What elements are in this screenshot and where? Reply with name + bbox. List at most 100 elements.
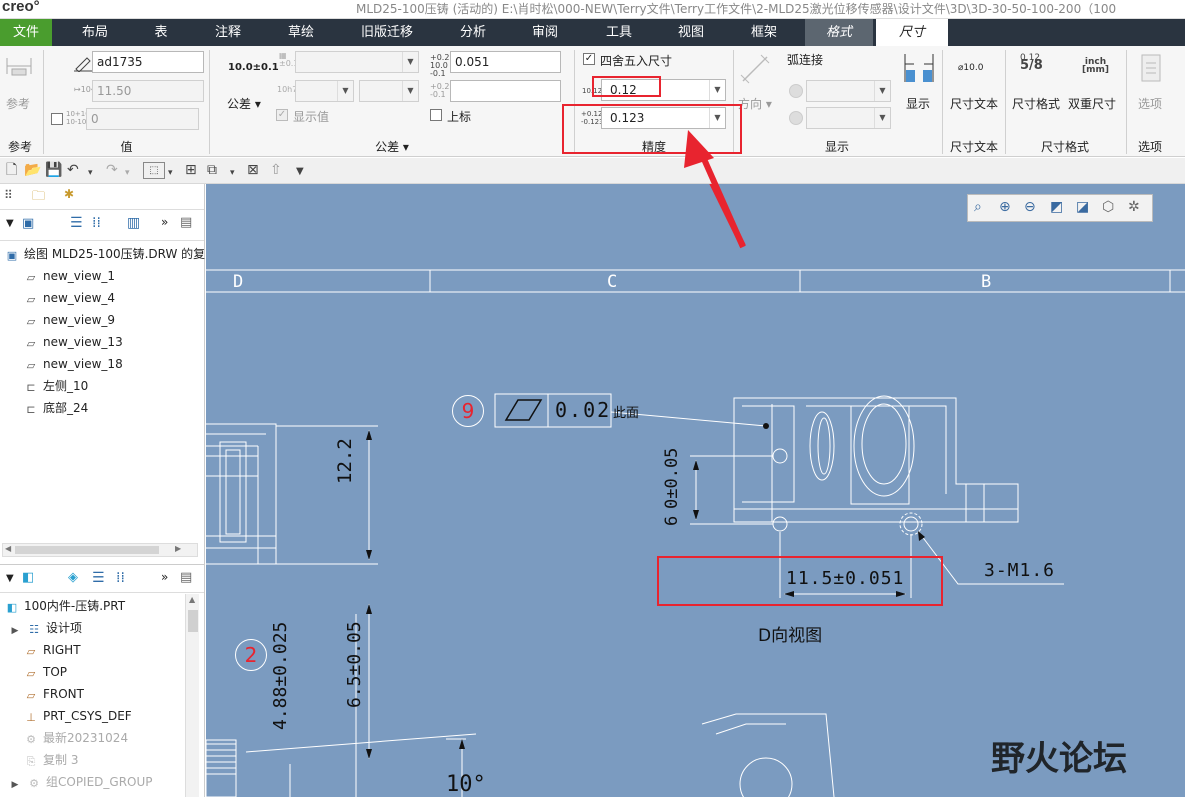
tree-item-feature[interactable]: ▶ ☷ 设计项 <box>8 617 82 639</box>
reference-button[interactable]: 参考 <box>6 95 30 112</box>
part-tree-collapse-icon[interactable]: ▼ <box>6 573 14 584</box>
tree-item-view[interactable]: ▱ new_view_9 <box>24 309 115 331</box>
fit-select-1[interactable]: ▼ <box>295 80 354 102</box>
tree-settings-icon[interactable]: ⁞⁞ <box>92 215 101 231</box>
dim-text-button[interactable]: 尺寸文本 <box>950 95 998 112</box>
view-label[interactable]: D向视图 <box>758 621 822 646</box>
tab-view[interactable]: 视图 <box>660 19 722 46</box>
balloon-2[interactable]: 2 <box>235 639 267 671</box>
drawing-root[interactable]: ▣ 绘图 MLD25-100压铸.DRW 的复 <box>5 243 205 265</box>
model-tree-tab-icon[interactable]: ⠿ <box>4 188 13 202</box>
dim-format-button[interactable]: 尺寸格式 <box>1012 95 1060 112</box>
tab-file[interactable]: 文件 <box>0 19 52 46</box>
redo-dropdown-icon[interactable]: ▾ <box>125 165 130 181</box>
close-window-icon[interactable]: ⊠ <box>247 162 259 178</box>
undo-dropdown-icon[interactable]: ▾ <box>88 165 93 181</box>
part-tree-view-icon[interactable]: ◈ <box>68 570 78 585</box>
part-tree-more-icon[interactable]: » <box>161 570 168 584</box>
thread-note[interactable]: 3-M1.6 <box>984 560 1055 581</box>
tree-item-csys[interactable]: ⊥ PRT_CSYS_DEF <box>24 705 132 727</box>
customize-qat-icon[interactable]: ▼ <box>296 164 304 180</box>
tab-format[interactable]: 格式 <box>805 19 873 46</box>
arc-radio-2[interactable] <box>789 111 803 125</box>
dim-6[interactable]: 6 <box>662 516 682 526</box>
reference-icon[interactable] <box>4 54 34 78</box>
part-tree-settings-icon[interactable]: ⁞⁞ <box>116 570 125 586</box>
tree-item-feature[interactable]: ⎘ 复制 3 <box>24 749 79 771</box>
fit-select-2[interactable]: ▼ <box>359 80 419 102</box>
tab-dimension[interactable]: 尺寸 <box>876 19 948 46</box>
dim-4-88[interactable]: 4.88±0.025 <box>270 622 291 730</box>
tree-item-view[interactable]: ⊏ 底部_24 <box>24 397 88 419</box>
tree-item-view[interactable]: ⊏ 左侧_10 <box>24 375 88 397</box>
override-checkbox[interactable] <box>51 113 63 125</box>
options-icon[interactable] <box>1138 53 1164 85</box>
windows-icon[interactable]: ⧉ <box>207 162 217 178</box>
tree-item-view[interactable]: ▱ new_view_18 <box>24 353 123 375</box>
tree-filter-icon[interactable]: ☰ <box>70 215 83 231</box>
part-tree-v-scrollbar[interactable]: ▲ <box>185 594 199 797</box>
upper-tolerance-input[interactable]: 0.051 <box>450 51 561 73</box>
arc-select-1[interactable]: ▼ <box>806 80 891 102</box>
part-tree-menu-icon[interactable]: ▤ <box>180 570 192 585</box>
group-tolerance[interactable]: 公差 ▾ <box>210 138 574 155</box>
tree-columns-icon[interactable]: ▥ <box>127 215 140 231</box>
tab-tools[interactable]: 工具 <box>588 19 650 46</box>
tree-h-scrollbar[interactable]: ◀ ▶ <box>2 543 198 557</box>
show-value-checkbox[interactable]: ✓ <box>276 109 288 121</box>
override-value-input[interactable]: 0 <box>86 108 199 130</box>
tab-frame[interactable]: 框架 <box>733 19 795 46</box>
tab-table[interactable]: 表 <box>130 19 192 46</box>
drawing-tree-icon[interactable]: ▣ <box>22 216 34 231</box>
flatness-value[interactable]: 0.02 <box>555 398 611 422</box>
part-root[interactable]: ◧ 100内件-压铸.PRT <box>5 595 125 617</box>
tab-legacy[interactable]: 旧版迁移 <box>347 19 427 46</box>
tree-item-feature[interactable]: ⚙ 最新20231024 <box>24 727 128 749</box>
select-box-icon[interactable]: ⬚ <box>143 162 165 179</box>
tree-more-icon[interactable]: » <box>161 215 168 229</box>
tab-analysis[interactable]: 分析 <box>442 19 504 46</box>
tree-item-datum[interactable]: ▱ FRONT <box>24 683 84 705</box>
tree-item-datum[interactable]: ▱ RIGHT <box>24 639 81 661</box>
dim-6-5[interactable]: 6.5±0.05 <box>344 621 365 708</box>
tree-item-datum[interactable]: ▱ TOP <box>24 661 67 683</box>
folder-tab-icon[interactable]: 🗀 <box>32 187 45 209</box>
tree-item-view[interactable]: ▱ new_view_1 <box>24 265 115 287</box>
nominal-value-input[interactable]: 11.50 <box>92 80 204 102</box>
tab-layout[interactable]: 布局 <box>64 19 126 46</box>
save-icon[interactable]: 💾 <box>45 162 62 178</box>
lower-tolerance-input[interactable] <box>450 80 561 102</box>
favorites-tab-icon[interactable]: ✱ <box>64 187 74 201</box>
tab-review[interactable]: 审阅 <box>514 19 576 46</box>
select-dropdown-icon[interactable]: ▾ <box>168 165 173 181</box>
tolerance-table-select[interactable]: ▼ <box>295 51 419 73</box>
drawing-canvas[interactable]: ⌕ ⊕ ⊖ ◩ ◪ ⬡ ✲ D C B 9 0.02 此面 12.2 0±0.0… <box>206 184 1185 797</box>
dual-dim-button[interactable]: 双重尺寸 <box>1068 95 1116 112</box>
tree-item-group[interactable]: ▶ ⚙ 组COPIED_GROUP <box>8 771 153 793</box>
angle-dim[interactable]: 10° <box>446 772 486 797</box>
options-button[interactable]: 选项 <box>1138 95 1162 112</box>
tolerance-button[interactable]: 公差 ▾ <box>227 95 261 112</box>
undo-icon[interactable]: ↶ <box>67 162 79 178</box>
show-dimension-icon[interactable] <box>902 52 936 88</box>
windows-dropdown-icon[interactable]: ▾ <box>230 165 235 181</box>
tree-collapse-icon[interactable]: ▼ <box>6 218 14 229</box>
part-tree-filter-icon[interactable]: ☰ <box>92 570 105 586</box>
open-file-icon[interactable]: 📂 <box>24 162 41 178</box>
direction-button[interactable]: 方向 ▾ <box>738 95 772 112</box>
show-button[interactable]: 显示 <box>906 95 930 112</box>
dimension-name-input[interactable]: ad1735 <box>92 51 204 73</box>
tree-item-view[interactable]: ▱ new_view_4 <box>24 287 115 309</box>
balloon-9[interactable]: 9 <box>452 395 484 427</box>
regenerate-icon[interactable]: ⊞ <box>185 162 197 178</box>
erase-icon[interactable]: ⇧ <box>270 162 282 178</box>
dim-0-05[interactable]: 0±0.05 <box>662 448 682 509</box>
tree-item-view[interactable]: ▱ new_view_13 <box>24 331 123 353</box>
new-file-icon[interactable]: 🗋 <box>6 162 17 178</box>
round-dim-checkbox[interactable]: ✓ <box>583 53 595 65</box>
arc-select-2[interactable]: ▼ <box>806 107 891 129</box>
arc-radio-1[interactable] <box>789 84 803 98</box>
tab-sketch[interactable]: 草绘 <box>270 19 332 46</box>
dim-12-2[interactable]: 12.2 <box>334 438 356 484</box>
superscript-checkbox[interactable] <box>430 109 442 121</box>
